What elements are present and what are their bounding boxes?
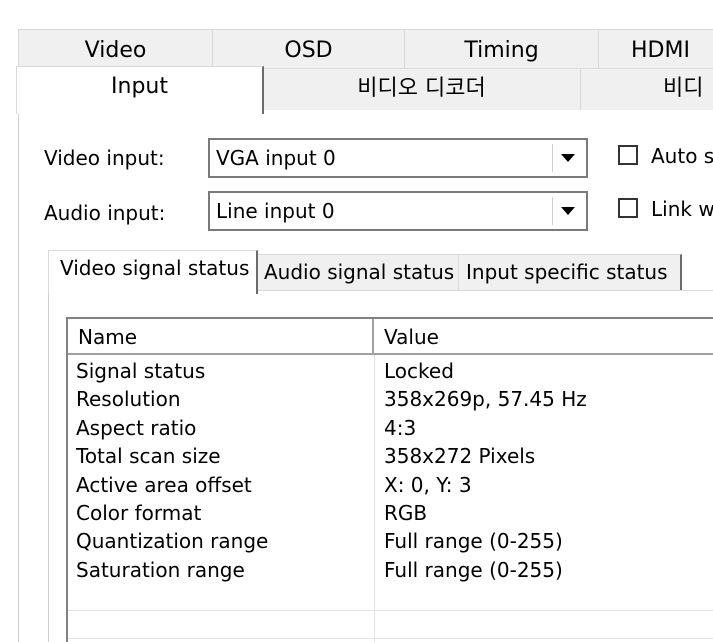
auto-checkbox[interactable] (618, 145, 638, 165)
cell-value: 358x272 Pixels (384, 444, 536, 469)
tab-video-decoder[interactable]: 비디오 디코더 (262, 68, 582, 112)
tab-video-signal-status[interactable]: Video signal status (48, 250, 258, 294)
table-row[interactable]: Resolution 358x269p, 57.45 Hz (68, 385, 713, 413)
cell-name: Aspect ratio (76, 415, 197, 440)
chevron-down-icon (560, 207, 575, 215)
audio-input-label: Audio input: (44, 201, 166, 225)
cell-value: Full range (0-255) (384, 529, 563, 554)
table-empty-line (68, 610, 713, 611)
cell-name: Saturation range (76, 557, 245, 582)
column-header-value[interactable]: Value (374, 319, 713, 353)
cell-value: Full range (0-255) (384, 557, 563, 582)
video-input-select[interactable]: VGA input 0 (208, 138, 588, 178)
chevron-down-icon (560, 154, 575, 162)
signal-status-table[interactable]: Name Value Signal status Locked Resolution… (66, 317, 713, 642)
cell-value: Locked (384, 359, 454, 383)
link-checkbox[interactable] (618, 198, 638, 218)
cell-name: Quantization range (76, 529, 269, 554)
auto-checkbox-label: Auto s (651, 144, 713, 168)
table-header: Name Value (68, 319, 713, 355)
cell-value: X: 0, Y: 3 (384, 472, 472, 497)
cell-value: RGB (384, 500, 428, 525)
cell-name: Total scan size (76, 444, 221, 469)
cell-name: Signal status (76, 359, 206, 383)
table-row[interactable]: Signal status Locked (68, 357, 713, 385)
table-body: Signal status Locked Resolution 358x269p, 5… (68, 357, 713, 584)
table-row[interactable]: Aspect ratio 4:3 (68, 414, 713, 442)
cell-value: 4:3 (384, 415, 417, 440)
cell-name: Resolution (76, 387, 181, 412)
tab-input-specific-status[interactable]: Input specific status (458, 254, 682, 290)
tab-input[interactable]: Input (16, 66, 264, 114)
tab-hdmi[interactable]: HDMI (598, 29, 713, 71)
video-input-dropdown-button[interactable] (552, 144, 582, 172)
link-checkbox-label: Link wi (651, 197, 713, 221)
tab-video-other[interactable]: 비디 (580, 68, 713, 112)
column-header-name[interactable]: Name (68, 319, 374, 353)
audio-input-dropdown-button[interactable] (552, 197, 582, 225)
video-input-label: Video input: (44, 146, 165, 170)
tab-video[interactable]: Video (18, 29, 214, 71)
audio-input-select[interactable]: Line input 0 (208, 191, 588, 231)
dialog-window: Video OSD Timing HDMI Input 비디오 디코더 비디 V… (0, 0, 713, 642)
cell-name: Active area offset (76, 472, 252, 497)
table-row[interactable]: Active area offset X: 0, Y: 3 (68, 471, 713, 499)
table-row[interactable]: Color format RGB (68, 499, 713, 527)
table-row[interactable]: Saturation range Full range (0-255) (68, 556, 713, 584)
audio-input-value: Line input 0 (216, 199, 335, 223)
tab-timing[interactable]: Timing (404, 29, 600, 71)
cell-name: Color format (76, 500, 202, 525)
tab-audio-signal-status[interactable]: Audio signal status (256, 254, 460, 290)
table-row[interactable]: Quantization range Full range (0-255) (68, 527, 713, 555)
video-input-value: VGA input 0 (216, 146, 336, 170)
tab-osd[interactable]: OSD (212, 29, 406, 71)
cell-value: 358x269p, 57.45 Hz (384, 387, 587, 412)
table-row[interactable]: Total scan size 358x272 Pixels (68, 442, 713, 470)
table-empty-line (68, 638, 713, 639)
